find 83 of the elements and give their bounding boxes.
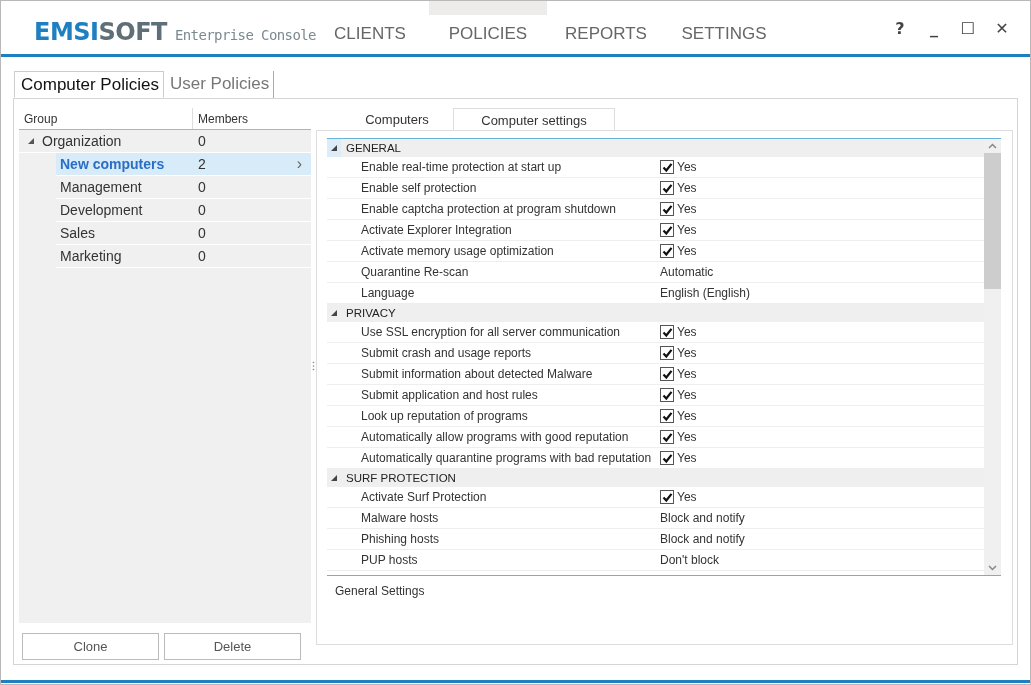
tree-row[interactable]: Sales 0 <box>56 222 311 245</box>
setting-label: Activate memory usage optimization <box>360 244 555 258</box>
setting-label: Enable captcha protection at program shutdown <box>360 202 617 216</box>
collapse-icon[interactable] <box>27 137 35 145</box>
nav-tab[interactable]: SETTINGS <box>665 1 783 54</box>
setting-value: Yes <box>677 181 697 195</box>
splitter-grip-icon[interactable] <box>312 360 315 371</box>
setting-label: Automatically quarantine programs with bad reputation <box>360 451 653 465</box>
setting-label: Submit crash and usage reports <box>360 346 533 360</box>
window-control-button[interactable]: _ <box>920 19 948 38</box>
product-name: Enterprise Console <box>174 25 316 43</box>
checkbox[interactable] <box>660 490 674 504</box>
setting-label: Submit information about detected Malware <box>360 367 594 381</box>
setting-value: Yes <box>677 490 697 504</box>
checkbox[interactable] <box>660 346 674 360</box>
setting-value[interactable]: Block and notify <box>660 511 745 525</box>
setting-value[interactable]: English (English) <box>660 286 751 300</box>
setting-label: Enable self protection <box>360 181 478 195</box>
nav-tab[interactable]: REPORTS <box>547 1 665 54</box>
setting-label: Language <box>360 286 416 300</box>
column-header[interactable]: Members <box>193 111 248 126</box>
window-control-button[interactable]: ☐ <box>954 19 982 38</box>
setting-value: Yes <box>677 325 697 339</box>
tree-row[interactable]: Management 0 <box>56 176 311 199</box>
setting-label: Activate Explorer Integration <box>360 223 513 237</box>
brand-logo: EMSISOFT <box>34 17 167 46</box>
vertical-scrollbar[interactable] <box>984 139 1001 575</box>
setting-label: Malware hosts <box>360 511 440 525</box>
policy-tab[interactable]: Computer Policies <box>14 71 164 98</box>
checkbox[interactable] <box>660 325 674 339</box>
setting-label: PUP hosts <box>360 553 419 567</box>
checkbox[interactable] <box>660 181 674 195</box>
checkbox[interactable] <box>660 409 674 423</box>
checkbox[interactable] <box>660 223 674 237</box>
window-control-button[interactable]: ✕ <box>988 19 1016 38</box>
setting-label: Submit application and host rules <box>360 388 539 402</box>
setting-label: Activate Surf Protection <box>360 490 488 504</box>
scroll-down-icon[interactable] <box>988 565 997 571</box>
setting-description: General Settings <box>334 583 426 598</box>
setting-label: Use SSL encryption for all server communication <box>360 325 621 339</box>
setting-label: Automatically allow programs with good reputation <box>360 430 630 444</box>
setting-value: Yes <box>677 430 697 444</box>
checkbox[interactable] <box>660 430 674 444</box>
setting-value[interactable]: Don't block <box>660 553 719 567</box>
setting-value: Yes <box>677 388 697 402</box>
setting-value[interactable]: Block and notify <box>660 532 745 546</box>
column-header[interactable]: Group <box>19 108 193 129</box>
setting-value: Yes <box>677 160 697 174</box>
setting-label: Quarantine Re-scan <box>360 265 470 279</box>
nav-tab[interactable]: POLICIES <box>429 1 547 54</box>
tree-row[interactable]: Marketing 0 <box>56 245 311 268</box>
tree-row[interactable]: New computers 2 › <box>56 153 311 176</box>
action-button[interactable]: Clone <box>22 633 159 660</box>
checkbox[interactable] <box>660 451 674 465</box>
setting-value: Yes <box>677 202 697 216</box>
checkbox[interactable] <box>660 367 674 381</box>
setting-value: Yes <box>677 346 697 360</box>
checkbox[interactable] <box>660 160 674 174</box>
setting-value: Yes <box>677 367 697 381</box>
window-control-button[interactable]: ? <box>886 19 914 38</box>
setting-label: Look up reputation of programs <box>360 409 529 423</box>
collapse-icon[interactable] <box>330 474 338 482</box>
detail-tab[interactable]: Computer settings <box>453 108 615 130</box>
collapse-icon[interactable] <box>330 144 338 152</box>
setting-value: Yes <box>677 409 697 423</box>
scroll-up-icon[interactable] <box>988 143 997 149</box>
setting-label: Enable real-time protection at start up <box>360 160 563 174</box>
action-button[interactable]: Delete <box>164 633 301 660</box>
section-header[interactable]: PRIVACY <box>327 304 984 322</box>
detail-tab[interactable]: Computers <box>341 108 453 130</box>
setting-value[interactable]: Automatic <box>660 265 714 279</box>
section-header[interactable]: SURF PROTECTION <box>327 469 984 487</box>
setting-label: Phishing hosts <box>360 532 441 546</box>
collapse-icon[interactable] <box>330 309 338 317</box>
section-header[interactable]: GENERAL <box>327 139 984 157</box>
checkbox[interactable] <box>660 244 674 258</box>
checkbox[interactable] <box>660 388 674 402</box>
setting-value: Yes <box>677 244 697 258</box>
setting-value: Yes <box>677 451 697 465</box>
checkbox[interactable] <box>660 202 674 216</box>
policy-tab[interactable]: User Policies <box>163 71 275 98</box>
setting-value: Yes <box>677 223 697 237</box>
tree-row[interactable]: Development 0 <box>56 199 311 222</box>
